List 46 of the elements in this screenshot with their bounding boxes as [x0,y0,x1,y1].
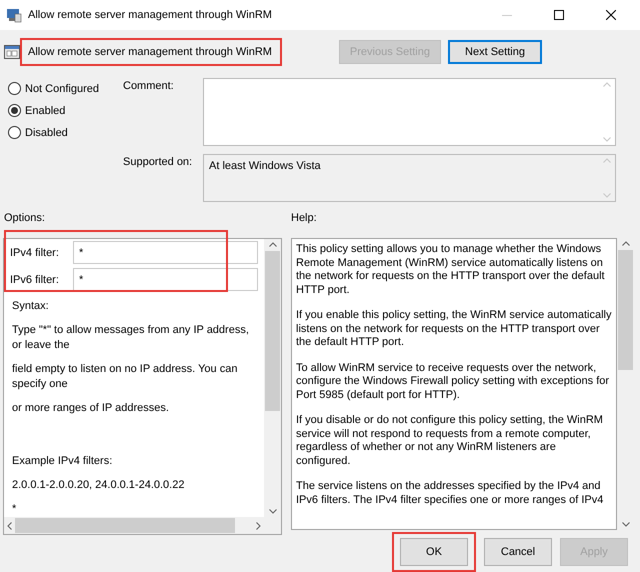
options-text: Syntax: [11,299,50,314]
setting-title: Allow remote server management through WinRM [28,46,272,58]
help-text: This policy setting allows you to manage whether the Windows Remote Management (WinRM) service automatically listens on the network for requests on the HTTP transport over the default HTTP port. [296,243,606,297]
radio-option[interactable]: Enabled [8,104,123,117]
radio-option[interactable]: Disabled [8,126,123,139]
scroll-down-icon[interactable] [268,509,276,514]
policy-app-icon [6,7,22,23]
setting-icon [4,44,20,60]
cancel-button[interactable]: Cancel [484,538,552,566]
window-title: Allow remote server management through WinRM [28,9,273,21]
supported-on-label: Supported on: [123,154,194,170]
minimize-icon [502,14,512,16]
options-text: * [11,502,18,517]
help-label: Help: [291,212,317,226]
scroll-left-icon[interactable] [7,522,12,530]
ok-button[interactable]: OK [400,538,468,566]
radio-button[interactable] [8,104,21,117]
scroll-right-icon[interactable] [256,522,261,530]
supported-on-box: At least Windows Vista [203,154,616,202]
options-text: or more ranges of IP addresses. [11,401,170,416]
help-text: If you enable this policy setting, the WinRM service automatically listens on the network for requests on the HTTP transport over the default HTTP port. [296,309,612,350]
options-text: 2.0.0.1-2.0.0.20, 24.0.0.1-24.0.0.22 [11,478,186,493]
filter-field[interactable]: * [73,241,258,264]
help-text: The service listens on the addresses specified by the IPv4 and IPv6 filters. The IPv4 filter specifies one or more ranges of IPv4 [296,480,604,507]
options-text: field empty to listen on no IP address. You can specify one [11,362,238,392]
filter-label: IPv4 filter: [10,246,60,258]
scroll-thumb[interactable] [265,251,280,411]
options-text: Example IPv4 filters: [11,454,114,469]
options-label: Options: [4,212,46,226]
scroll-up-icon[interactable] [268,242,276,247]
scroll-thumb[interactable] [618,250,633,370]
help-text: To allow WinRM service to receive requests over the network, configure the Windows Firewall policy setting with exceptions for Port 5985 (default port for HTTP). [296,362,610,402]
filter-field[interactable]: * [73,268,258,291]
options-text: Type "*" to allow messages from any IP address, or leave the [11,323,250,353]
maximize-icon [554,10,564,20]
next-setting-button[interactable]: Next Setting [448,40,542,64]
close-icon [606,10,616,20]
radio-button[interactable] [8,126,21,139]
scroll-down-icon[interactable] [622,522,630,527]
horizontal-scroll-thumb[interactable] [15,518,235,533]
radio-option[interactable]: Not Configured [8,82,123,95]
filter-label: IPv6 filter: [10,274,60,286]
scroll-up-icon[interactable] [622,241,630,246]
comment-label: Comment: [123,79,175,94]
help-text: If you disable or do not configure this policy setting, the WinRM service will not respond to requests from a remote computer, regardless of whether or not any WinRM listeners are configured. [296,414,604,468]
radio-button[interactable] [8,82,21,95]
